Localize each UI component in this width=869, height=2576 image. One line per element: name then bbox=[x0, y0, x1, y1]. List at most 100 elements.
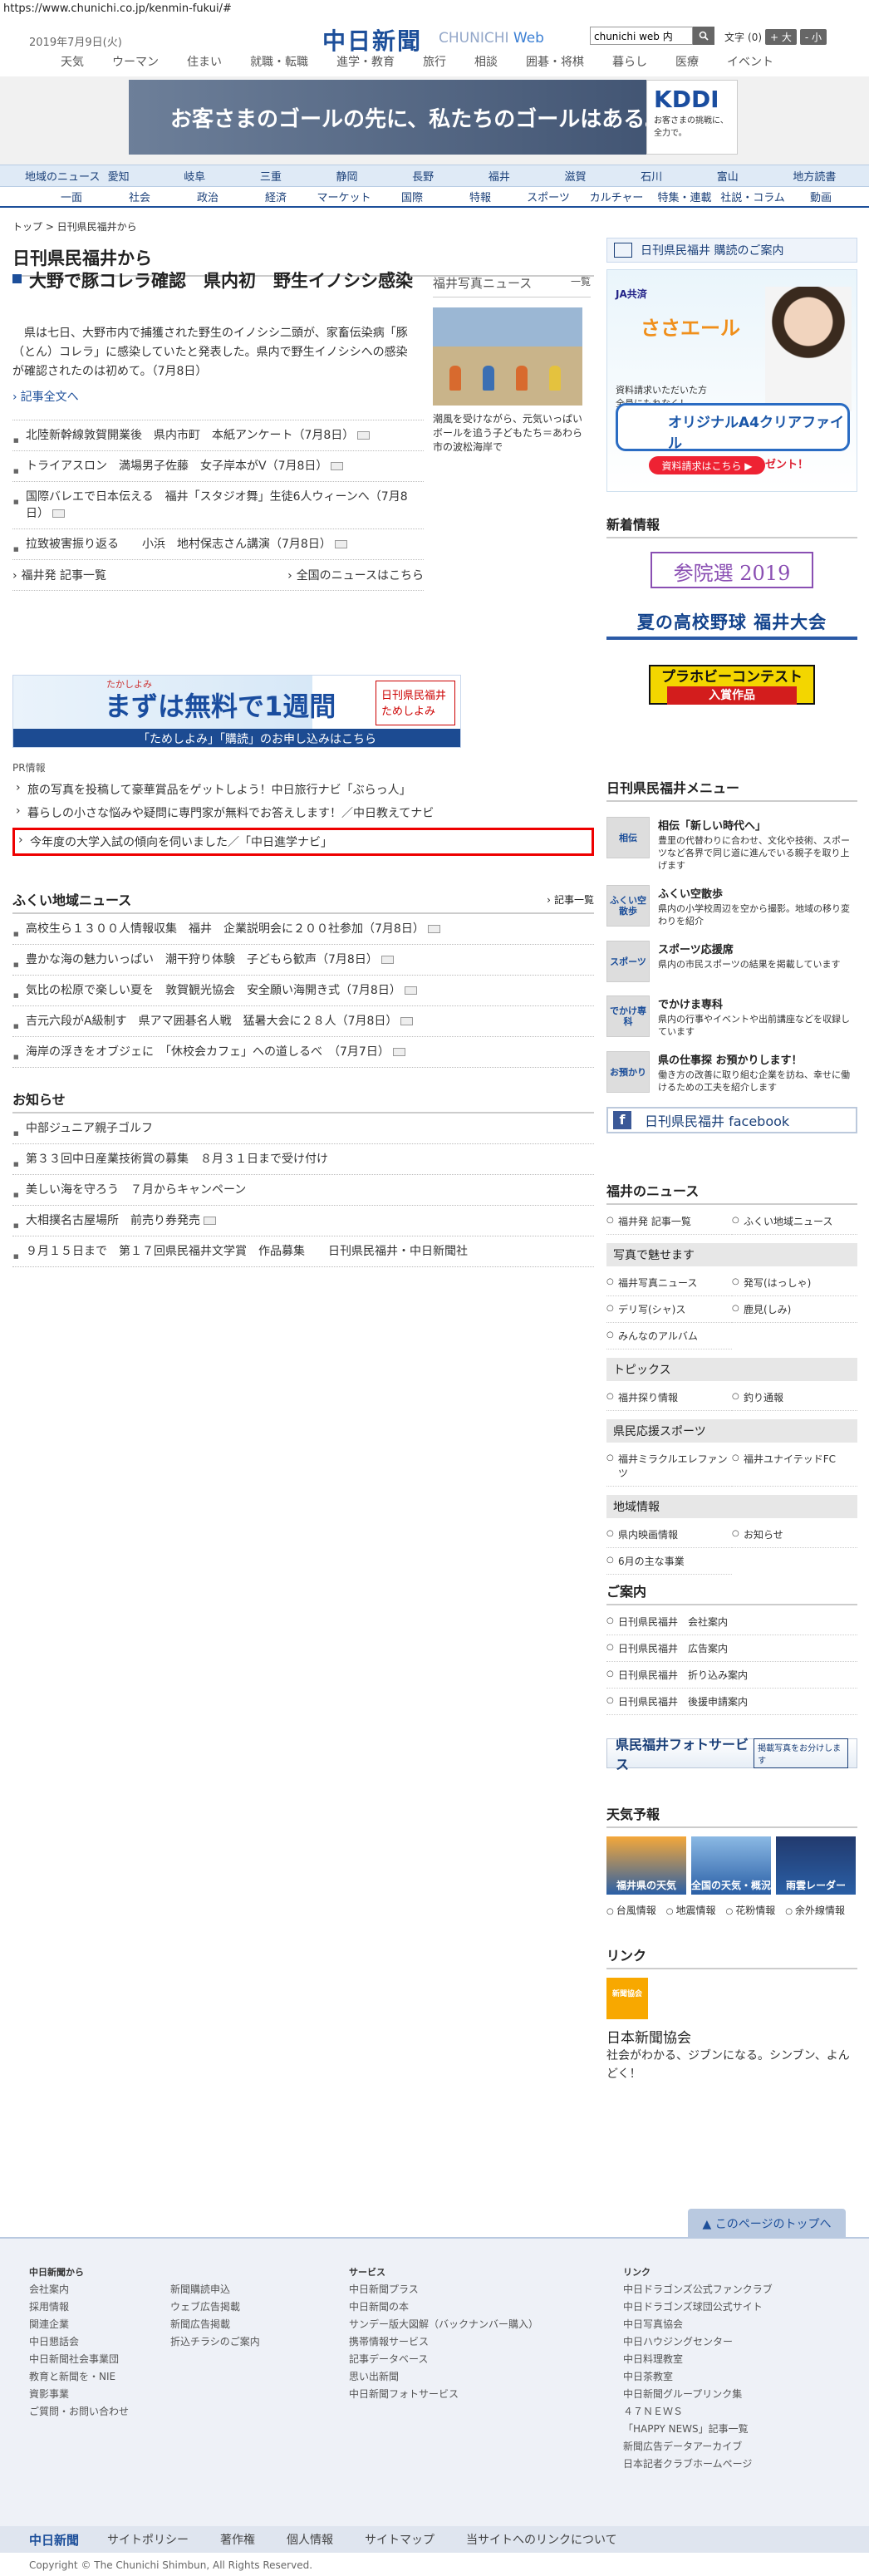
footer-link[interactable]: サンデー版大図解（バックナンバー購入） bbox=[349, 2316, 538, 2333]
cat-nav-item[interactable]: 国際 bbox=[378, 189, 446, 204]
cat-nav-item[interactable]: 一面 bbox=[37, 189, 106, 204]
weather-link[interactable]: 余外線情報 bbox=[785, 1903, 845, 1917]
fukui-weather-button[interactable]: 福井県の天気 bbox=[606, 1836, 686, 1895]
gnav-item[interactable]: 医療 bbox=[661, 53, 713, 70]
fukui-news-link[interactable]: ふくい地域ニュース bbox=[732, 1208, 857, 1235]
footer-link[interactable]: ご質問・お問い合わせ bbox=[29, 2403, 129, 2421]
weather-link[interactable]: 花粉情報 bbox=[726, 1903, 775, 1917]
footer-link[interactable]: 中日新聞フォトサービス bbox=[349, 2386, 538, 2403]
read-more-link[interactable]: 記事全文へ bbox=[12, 388, 424, 405]
topics-link[interactable]: 福井探り情報 bbox=[606, 1384, 732, 1411]
list-item[interactable]: 気比の松原で楽しい夏を 敦賀観光協会 安全願い海開き式（7月8日） bbox=[12, 976, 594, 1006]
list-item[interactable]: 海岸の浮きをオブジェに 「休校会カフェ」への道しるべ （7月7日） bbox=[12, 1037, 594, 1068]
photo-service-banner[interactable]: 県民福井フォトサービス 掲載写真をお分けします bbox=[606, 1737, 857, 1772]
fukui-news-link[interactable]: 福井発 記事一覧 bbox=[606, 1208, 732, 1235]
area-nav-item[interactable]: 岐阜 bbox=[184, 168, 260, 184]
guide-link[interactable]: 日刊県民福井 折り込み案内 bbox=[606, 1662, 857, 1689]
area-nav-item[interactable]: 滋賀 bbox=[564, 168, 641, 184]
gnav-item[interactable]: ウーマン bbox=[98, 53, 173, 70]
footer-bar-link[interactable]: 当サイトへのリンクについて bbox=[466, 2531, 617, 2548]
search-input[interactable] bbox=[590, 27, 693, 45]
list-item[interactable]: 大相撲名古屋場所 前売り券発売 bbox=[12, 1206, 594, 1236]
photo-link[interactable]: デリ写(シャ)ス bbox=[606, 1296, 732, 1323]
list-item[interactable]: トライアスロン 満場男子佐藤 女子岸本がV（7月8日） bbox=[12, 451, 424, 482]
pr-link[interactable]: 暮らしの小さな悩みや疑問に専門家が無料でお答えします！／中日教えてナビ bbox=[12, 801, 594, 824]
list-item[interactable]: ９月１５日まで 第１７回県民福井文学賞 作品募集 日刊県民福井・中日新聞社 bbox=[12, 1236, 594, 1267]
footer-link[interactable]: 思い出新聞 bbox=[349, 2368, 538, 2386]
list-item[interactable]: 第３３回中日産業技術賞の募集 ８月３１日まで受け付け bbox=[12, 1144, 594, 1175]
guide-link[interactable]: 日刊県民福井 広告案内 bbox=[606, 1635, 857, 1662]
plahobby-banner[interactable]: プラホビーコンテスト 入賞作品 bbox=[649, 665, 815, 705]
footer-link[interactable]: 中日茶教室 bbox=[623, 2368, 773, 2386]
baseball-banner[interactable]: 夏の高校野球 福井大会 bbox=[606, 607, 857, 640]
local-info-link[interactable]: 県内映画情報 bbox=[606, 1522, 732, 1548]
area-nav-item[interactable]: 富山 bbox=[717, 168, 793, 184]
gnav-item[interactable]: 相談 bbox=[460, 53, 512, 70]
footer-link[interactable]: 「HAPPY NEWS」記事一覧 bbox=[623, 2421, 773, 2438]
footer-link[interactable]: 中日料理教室 bbox=[623, 2351, 773, 2368]
footer-link[interactable]: 中日新聞プラス bbox=[349, 2281, 538, 2298]
footer-link[interactable]: 折込チラシのご案内 bbox=[170, 2333, 260, 2351]
footer-link[interactable]: 中日新聞の本 bbox=[349, 2298, 538, 2316]
cat-nav-item[interactable]: 経済 bbox=[242, 189, 310, 204]
national-weather-button[interactable]: 全国の天気・概況 bbox=[691, 1836, 771, 1895]
newspaper-association-logo[interactable]: 新聞協会 bbox=[606, 1978, 648, 2019]
footer-link[interactable]: 日本記者クラブホームページ bbox=[623, 2456, 773, 2473]
font-smaller-button[interactable]: - 小 bbox=[799, 29, 827, 45]
photo-link[interactable]: 福井写真ニュース bbox=[606, 1270, 732, 1296]
footer-link[interactable]: 中日ドラゴンズ球団公式サイト bbox=[623, 2298, 773, 2316]
list-item[interactable]: 豊かな海の魅力いっぱい 潮干狩り体験 子どもら歓声（7月8日） bbox=[12, 945, 594, 976]
footer-bar-link[interactable]: 著作権 bbox=[220, 2531, 255, 2548]
area-nav-item[interactable]: 三重 bbox=[260, 168, 336, 184]
gnav-item[interactable]: 暮らし bbox=[598, 53, 661, 70]
area-nav-item[interactable]: 愛知 bbox=[108, 168, 184, 184]
top-headline[interactable]: 大野で豚コレラ確認 県内初 野生イノシシ感染 bbox=[12, 268, 424, 294]
list-item[interactable]: 拉致被害振り返る 小浜 地村保志さん講演（7月8日） bbox=[12, 529, 424, 560]
sports-link[interactable]: 福井ユナイテッドFC bbox=[732, 1446, 857, 1487]
photo-news-index-link[interactable]: 一覧 bbox=[571, 274, 591, 292]
gnav-item[interactable]: 就職・転職 bbox=[236, 53, 322, 70]
cat-nav-item[interactable]: 政治 bbox=[174, 189, 242, 204]
local-info-link[interactable]: 6月の主な事業 bbox=[606, 1548, 732, 1575]
footer-link[interactable]: 中日ドラゴンズ公式ファンクラブ bbox=[623, 2281, 773, 2298]
ja-kyosai-ad[interactable]: JA共済 ささエール 資料請求いただいた方全員にもれなく！ オリジナルA4クリア… bbox=[606, 269, 857, 492]
site-logo[interactable]: 中日新聞 bbox=[322, 23, 422, 57]
footer-link[interactable]: 資影事業 bbox=[29, 2386, 129, 2403]
national-news-link[interactable]: 全国のニュースはこちら bbox=[287, 567, 424, 583]
footer-link[interactable]: 採用情報 bbox=[29, 2298, 129, 2316]
guide-link[interactable]: 日刊県民福井 会社案内 bbox=[606, 1609, 857, 1635]
footer-bar-link[interactable]: サイトマップ bbox=[365, 2531, 434, 2548]
cat-nav-item[interactable]: 動画 bbox=[787, 189, 855, 204]
kddi-ad-banner[interactable]: お客さまのゴールの先に、私たちのゴールはある。 KDDI お客さまの挑戦に、全力… bbox=[129, 80, 738, 155]
list-item[interactable]: 中部ジュニア親子ゴルフ bbox=[12, 1113, 594, 1144]
menu-item[interactable]: 相伝 相伝「新しい時代へ」 豊里の代替わりに合わせ、文化や技術、スポーツなど各界で同… bbox=[606, 810, 857, 878]
pr-link-highlighted[interactable]: 今年度の大学入試の傾向を伺いました／「中日進学ナビ」 bbox=[12, 828, 594, 856]
pr-link[interactable]: 旅の写真を投稿して豪華賞品をゲットしよう！中日旅行ナビ「ぶらっ人」 bbox=[12, 778, 594, 801]
subscribe-guide-button[interactable]: 日刊県民福井 購読のご案内 bbox=[606, 238, 857, 263]
font-larger-button[interactable]: + 大 bbox=[765, 29, 797, 45]
menu-item[interactable]: でかけ専科 でかけま専科 県内の行事やイベントや出前講座などを収録しています bbox=[606, 989, 857, 1045]
footer-link[interactable]: 新聞購読申込 bbox=[170, 2281, 260, 2298]
footer-link[interactable]: ウェブ広告掲載 bbox=[170, 2298, 260, 2316]
area-nav-item[interactable]: 地方読書 bbox=[793, 168, 869, 184]
footer-link[interactable]: 新聞広告掲載 bbox=[170, 2316, 260, 2333]
fukui-article-list-link[interactable]: 福井発 記事一覧 bbox=[12, 567, 106, 583]
photo-news-title[interactable]: 福井写真ニュース bbox=[433, 274, 532, 292]
breadcrumb[interactable]: トップ > 日刊県民福井から bbox=[0, 208, 869, 234]
cat-nav-item[interactable]: 社会 bbox=[106, 189, 174, 204]
trial-subscription-ad[interactable]: たかしよみ まずは無料で1週間 日刊県民福井 ためしよみ 「ためしよみ」「購読」… bbox=[12, 675, 461, 748]
menu-item[interactable]: お預かり 県の仕事探 お預かりします！ 働き方の改善に取り組む企業を訪ね、幸せに働け… bbox=[606, 1045, 857, 1100]
footer-link[interactable]: ４７ＮＥＷＳ bbox=[623, 2403, 773, 2421]
footer-link[interactable]: 中日写真協会 bbox=[623, 2316, 773, 2333]
cat-nav-item[interactable]: マーケット bbox=[310, 189, 378, 204]
footer-link[interactable]: 教育と新聞を・NIE bbox=[29, 2368, 129, 2386]
area-nav-item[interactable]: 石川 bbox=[641, 168, 717, 184]
area-nav-item[interactable]: 静岡 bbox=[336, 168, 413, 184]
footer-link[interactable]: 携帯情報サービス bbox=[349, 2333, 538, 2351]
font-size-reset[interactable]: (0) bbox=[748, 32, 762, 43]
topics-link[interactable]: 釣り通報 bbox=[732, 1384, 857, 1411]
area-nav-item[interactable]: 長野 bbox=[412, 168, 489, 184]
rain-radar-button[interactable]: 雨雲レーダー bbox=[776, 1836, 856, 1895]
menu-item[interactable]: ふくい空散歩 ふくい空散歩 県内の小学校周辺を空から撮影。地域の移り変わりを紹介 bbox=[606, 878, 857, 934]
area-nav-item[interactable]: 地域のニュース bbox=[25, 168, 108, 184]
